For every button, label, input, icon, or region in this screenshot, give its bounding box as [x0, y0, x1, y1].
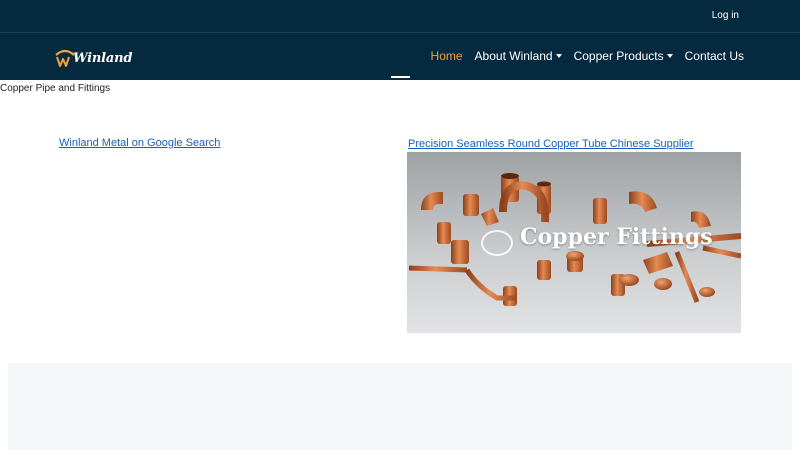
supplier-link[interactable]: Precision Seamless Round Copper Tube Chi…	[408, 138, 694, 150]
page-title: Copper Pipe and Fittings	[0, 83, 111, 94]
nav-products-label: Copper Products	[573, 49, 664, 63]
main-navbar: Winland Home About Winland Copper Produc…	[0, 33, 800, 80]
nav-contact[interactable]: Contact Us	[685, 49, 744, 63]
brand-logo[interactable]: Winland	[54, 47, 132, 69]
active-nav-indicator	[391, 76, 410, 78]
banner-caption: Copper Fittings	[520, 224, 713, 250]
nav-about[interactable]: About Winland	[475, 49, 562, 63]
brand-name: Winland	[73, 50, 133, 66]
nav-copper-products[interactable]: Copper Products	[574, 49, 673, 63]
winland-logo-icon	[55, 49, 75, 67]
copper-fittings-banner[interactable]: Copper Fittings	[407, 152, 741, 333]
top-utility-bar: Log in	[0, 0, 800, 33]
nav-about-label: About Winland	[474, 49, 553, 63]
nav-home[interactable]: Home	[431, 49, 463, 63]
content-panel	[8, 363, 792, 450]
login-link[interactable]: Log in	[712, 10, 739, 21]
google-search-link[interactable]: Winland Metal on Google Search	[59, 137, 220, 149]
chevron-down-icon	[666, 54, 673, 58]
primary-nav: Home About Winland Copper Products Conta…	[431, 49, 744, 63]
chevron-down-icon	[555, 54, 562, 58]
banner-watermark-logo	[481, 230, 513, 256]
